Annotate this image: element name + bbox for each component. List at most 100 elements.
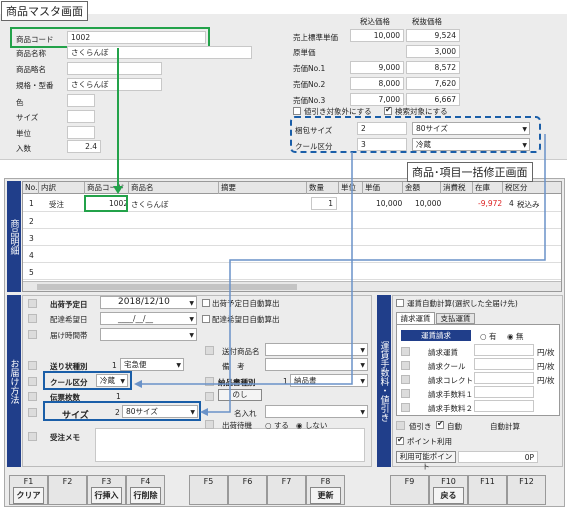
chevron-down-icon: ▼	[360, 409, 365, 416]
price-excl-1[interactable]: 3,000	[406, 45, 460, 58]
update-button[interactable]: 更新	[310, 487, 341, 504]
back-button[interactable]: 戻る	[433, 487, 464, 504]
fee-field-3[interactable]	[474, 386, 534, 398]
deliv-date-field[interactable]: ____/__/__ ▼	[100, 312, 197, 325]
nairi-select[interactable]: ▼	[265, 405, 368, 418]
fkey-f4[interactable]: F4 行削除	[126, 475, 165, 505]
exclude-discount-checkbox[interactable]	[293, 107, 301, 115]
point-use-checkbox[interactable]	[396, 435, 404, 445]
price-incl-4[interactable]: 7,000	[350, 93, 404, 106]
fkey-f7[interactable]: F7	[267, 475, 306, 505]
fkey-f10[interactable]: F10 戻る	[429, 475, 468, 505]
short-field[interactable]	[67, 62, 162, 75]
spec-field[interactable]: さくらんぼ	[67, 78, 162, 91]
fee-side-label: 運賃手数料・値引き	[377, 295, 391, 467]
row-no: 4	[29, 251, 34, 260]
fkey-f5[interactable]: F5	[189, 475, 228, 505]
fkey-f6[interactable]: F6	[228, 475, 267, 505]
row-tax-num: 4	[509, 199, 514, 208]
time-select[interactable]: ▼	[100, 328, 197, 341]
fkey-f3[interactable]: F3 行挿入	[87, 475, 126, 505]
ship-date-check[interactable]	[28, 299, 37, 308]
delete-row-button[interactable]: 行削除	[130, 487, 161, 504]
discount-check[interactable]	[396, 421, 405, 430]
fee-field-1[interactable]	[474, 358, 534, 370]
price-excl-4[interactable]: 6,667	[406, 93, 460, 106]
tab-payment[interactable]: 支払運賃	[436, 313, 475, 324]
row-qty[interactable]: 1	[311, 197, 337, 210]
size-field[interactable]	[67, 110, 95, 123]
grid-header: No. 内訳 商品コード 商品名 摘要 数量 単位 単価 金額 消費税 在庫 税…	[23, 182, 561, 194]
fee-field-4[interactable]	[474, 400, 534, 412]
list-item[interactable]: 3	[23, 230, 561, 246]
deliv-date-check[interactable]	[28, 314, 37, 323]
invoice-select[interactable]: 納品書 ▼	[290, 374, 368, 387]
color-field[interactable]	[67, 94, 95, 107]
cool-check[interactable]	[28, 377, 37, 386]
memo-field[interactable]	[95, 428, 365, 462]
price-excl-3[interactable]: 7,620	[406, 77, 460, 90]
point-use-label: ポイント利用	[407, 437, 452, 446]
delivery-side-text: お届け方法	[8, 358, 19, 404]
hold-no[interactable]: ◉ しない	[296, 420, 327, 431]
fee-field-2[interactable]	[474, 372, 534, 384]
fee-check-1[interactable]	[401, 361, 410, 370]
fee-side-text: 運賃手数料・値引き	[378, 340, 389, 422]
time-check[interactable]	[28, 330, 37, 339]
list-item[interactable]: 5	[23, 264, 561, 280]
size-check[interactable]	[28, 408, 37, 417]
ship-date-field[interactable]: 2018/12/10 ▼	[100, 296, 197, 309]
noshi-check[interactable]	[205, 392, 214, 401]
fee-check-2[interactable]	[401, 375, 410, 384]
fee-check-4[interactable]	[401, 403, 410, 412]
unit-field[interactable]	[67, 126, 95, 139]
fkey-f9[interactable]: F9	[390, 475, 429, 505]
fee-check-3[interactable]	[401, 389, 410, 398]
insert-row-button[interactable]: 行挿入	[91, 487, 122, 504]
name-field[interactable]: さくらんぼ	[67, 46, 252, 59]
price-excl-2[interactable]: 8,572	[406, 61, 460, 74]
discount-auto-checkbox[interactable]	[436, 419, 444, 429]
tab-request[interactable]: 請求運賃	[396, 312, 435, 324]
list-item[interactable]: 2	[23, 213, 561, 229]
fee-no[interactable]: ◉ 無	[507, 331, 523, 342]
noshi-button[interactable]: のし	[218, 389, 262, 401]
fee-field-0[interactable]	[474, 344, 534, 356]
dest-select[interactable]: ▼	[265, 343, 368, 356]
point-avail-button[interactable]: 利用可能ポイント	[396, 451, 456, 471]
price-incl-3[interactable]: 8,000	[350, 77, 404, 90]
fee-check-0[interactable]	[401, 347, 410, 356]
qty-field[interactable]: 2.4	[67, 140, 101, 153]
ship-auto-checkbox[interactable]	[202, 299, 210, 307]
search-target-checkbox[interactable]	[384, 105, 392, 115]
grid-scrollbar[interactable]	[23, 281, 561, 291]
price-incl-0[interactable]: 10,000	[350, 29, 404, 42]
fkey-f1[interactable]: F1 クリア	[9, 475, 48, 505]
send-type-check[interactable]	[28, 361, 37, 370]
clear-button[interactable]: クリア	[13, 487, 44, 504]
col-name: 商品名	[129, 182, 219, 194]
fee-yes[interactable]: ○ 有	[480, 331, 496, 342]
slip-check[interactable]	[28, 392, 37, 401]
deliv-auto-checkbox[interactable]	[202, 315, 210, 323]
hold-no-label: しない	[304, 421, 328, 430]
fkey-f2[interactable]: F2	[48, 475, 87, 505]
send-type-select[interactable]: 宅急便 ▼	[120, 358, 184, 371]
hold-yes[interactable]: ○ する	[265, 420, 289, 431]
scroll-thumb[interactable]	[37, 284, 297, 290]
note-select[interactable]: ▼	[265, 358, 368, 371]
list-item[interactable]: 4	[23, 247, 561, 263]
discount-auto-calc: 自動計算	[490, 422, 520, 431]
price-incl-2[interactable]: 9,000	[350, 61, 404, 74]
fee-auto-checkbox[interactable]	[396, 299, 404, 307]
grid-code-highlight	[84, 195, 128, 212]
invoice-check[interactable]	[205, 377, 214, 386]
hold-check[interactable]	[205, 420, 214, 429]
memo-check[interactable]	[28, 432, 37, 441]
fkey-f12[interactable]: F12	[507, 475, 546, 505]
dest-check[interactable]	[205, 346, 214, 355]
price-excl-0[interactable]: 9,524	[406, 29, 460, 42]
fkey-f11[interactable]: F11	[468, 475, 507, 505]
send-type-num: 1	[112, 361, 117, 370]
fkey-f8[interactable]: F8 更新	[306, 475, 345, 505]
